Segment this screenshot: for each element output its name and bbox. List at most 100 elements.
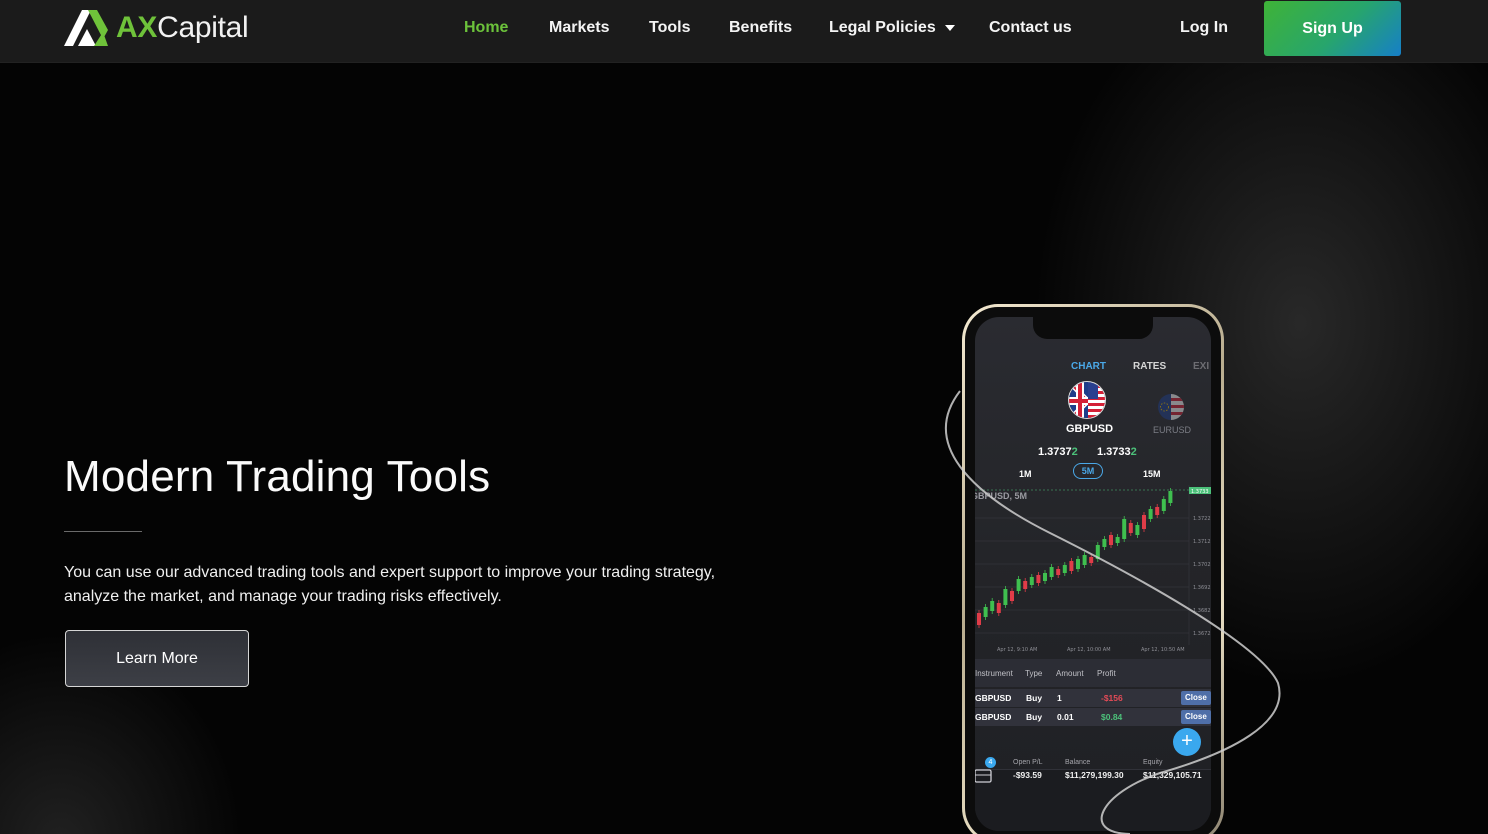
candle-body [1135,525,1140,535]
candle-body [1076,559,1080,569]
open-pl-value: -$93.59 [1013,770,1042,780]
nav-contact-us[interactable]: Contact us [989,18,1072,38]
col-instrument: Instrument [975,669,1013,678]
ask-price: 1.37332 [1097,446,1137,458]
candle-body [1043,573,1047,581]
candle-body [1122,519,1127,539]
candle-body [1148,509,1153,519]
row-amount: 0.01 [1057,712,1074,722]
candle-body [1049,567,1054,577]
timeframe-5m[interactable]: 5M [1073,463,1103,479]
candle-body [1082,555,1087,565]
candle-body [1109,535,1113,545]
timeframe-15m[interactable]: 15M [1143,469,1161,479]
candle-body [1142,515,1146,529]
price-level: 1.3722 [1193,516,1211,522]
site-header: AXCapital Home Markets Tools Benefits Le… [0,0,1488,63]
time-label: Apr 12, 10:00 AM [1067,647,1111,653]
candle-body [1010,591,1014,601]
candle-body [1056,569,1061,575]
balance-label: Balance [1065,759,1091,766]
close-position-button[interactable]: Close [1181,691,1211,705]
equity-value: $11,329,105.71 [1143,770,1202,780]
app-tab-exposure[interactable]: EXI [1193,361,1209,372]
row-profit: $0.84 [1101,712,1123,722]
app-tab-chart[interactable]: CHART [1071,361,1106,372]
nav-tools[interactable]: Tools [649,18,690,38]
app-tab-rates[interactable]: RATES [1133,361,1166,372]
nav-home[interactable]: Home [464,18,508,38]
brand-name: AXCapital [116,11,249,44]
candle-body [990,601,995,611]
row-type: Buy [1026,693,1043,703]
phone-screen: CHART RATES EXI GBPUSD EURUSD 1.37372 1.… [975,317,1211,831]
nav-legal-policies[interactable]: Legal Policies [829,18,955,38]
time-label: Apr 12, 10:50 AM [1141,647,1185,653]
candle-body [1023,581,1028,589]
price-level: 1.3712 [1193,539,1211,545]
chart-symbol-label: GBPUSD, 5M [975,491,1028,501]
candle-body [983,607,988,617]
price-level: 1.3692 [1193,585,1211,591]
col-profit: Profit [1097,669,1116,678]
open-pl-label: Open P/L [1013,759,1043,766]
candle-body [1128,523,1133,533]
notification-badge: 4 [985,757,996,768]
row-amount: 1 [1057,693,1062,703]
candle-body [996,603,1001,613]
close-position-button[interactable]: Close [1181,710,1211,724]
nav-legal-policies-label: Legal Policies [829,19,936,36]
candle-body [1095,545,1100,559]
row-instrument: GBPUSD [975,712,1012,722]
price-level: 1.3702 [1193,562,1211,568]
gbpusd-flag-icon[interactable] [1068,381,1106,419]
equity-label: Equity [1143,759,1163,766]
portfolio-icon[interactable] [975,767,993,785]
hero-description: You can use our advanced trading tools a… [64,564,716,605]
time-label: Apr 12, 9:10 AM [997,647,1037,653]
phone-notch [1033,317,1153,339]
caret-down-icon [944,24,955,31]
eurusd-flag-icon[interactable] [1158,394,1184,420]
row-type: Buy [1026,712,1043,722]
price-level: 1.3672 [1193,631,1211,637]
price-level: 1.3682 [1193,608,1211,614]
secondary-pair-label: EURUSD [1153,425,1192,435]
row-instrument: GBPUSD [975,693,1012,703]
phone-frame: CHART RATES EXI GBPUSD EURUSD 1.37372 1.… [962,304,1224,834]
row-profit: -$156 [1101,693,1123,703]
candle-body [1016,579,1021,591]
candle-body [1029,577,1034,585]
nav-benefits[interactable]: Benefits [729,18,792,38]
brand-logo[interactable]: AXCapital [64,8,249,48]
candlestick-chart: 1.3733 1.3722 1.3712 1.3702 1.3692 1.368… [975,485,1211,653]
candle-body [1062,565,1067,573]
signup-button[interactable]: Sign Up [1264,1,1401,56]
primary-pair-label: GBPUSD [1066,423,1114,435]
candle-body [1161,499,1166,511]
hero-section: Modern Trading Tools You can use our adv… [0,63,1488,834]
hero-title: Modern Trading Tools [64,452,491,501]
timeframe-1m[interactable]: 1M [1019,469,1032,479]
add-trade-button[interactable]: + [1173,728,1201,756]
bid-price: 1.37372 [1038,446,1078,458]
balance-value: $11,279,199.30 [1065,770,1124,780]
learn-more-button[interactable]: Learn More [65,630,249,687]
candle-body [1069,561,1074,571]
col-type: Type [1025,669,1043,678]
col-amount: Amount [1056,669,1084,678]
nav-markets[interactable]: Markets [549,18,609,38]
candle-body [1155,507,1160,515]
title-divider [64,531,142,532]
candle-body [1003,589,1008,605]
candle-body [1102,539,1107,547]
phone-mockup: CHART RATES EXI GBPUSD EURUSD 1.37372 1.… [930,293,1290,834]
price-tag: 1.3733 [1191,489,1209,495]
login-link[interactable]: Log In [1180,19,1228,37]
ax-logo-icon [64,10,108,46]
candle-body [977,613,981,625]
candle-body [1115,537,1120,543]
candle-body [1089,557,1094,563]
candle-body [1036,575,1041,583]
candle-body [1168,491,1173,503]
